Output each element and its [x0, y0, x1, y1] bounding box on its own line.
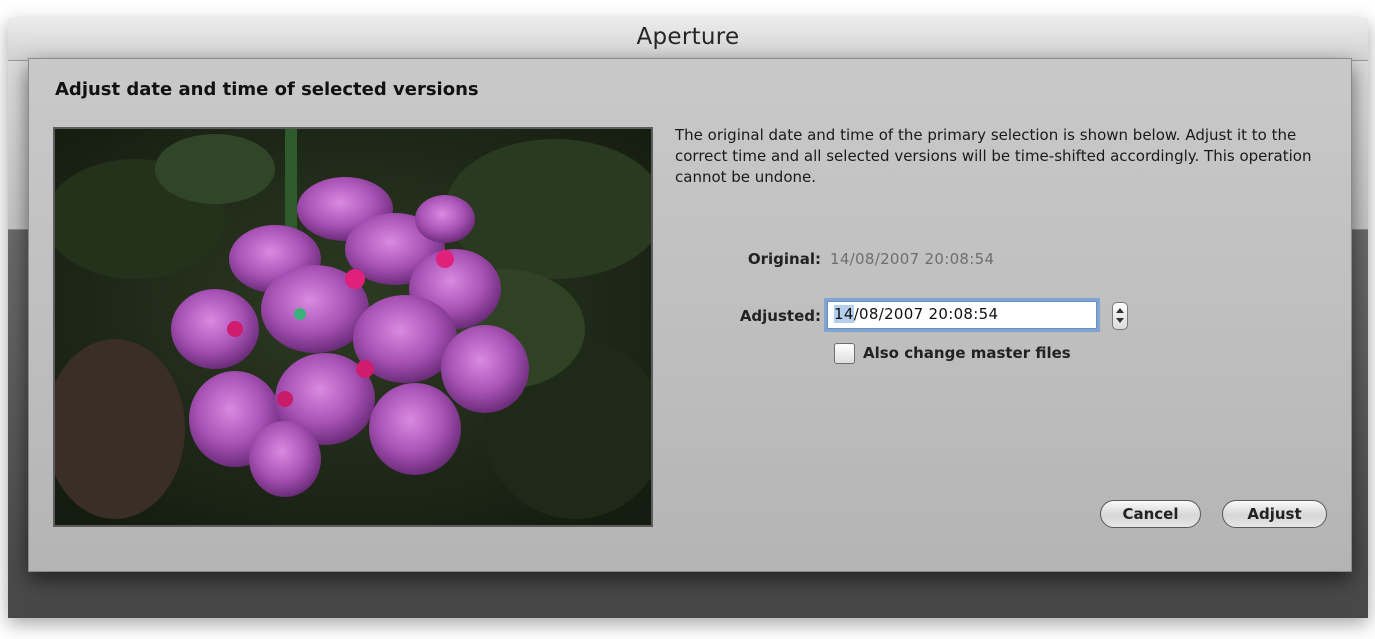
original-datetime: 14/08/2007 20:08:54 [830, 250, 995, 268]
stepper-arrows-icon[interactable] [1112, 302, 1128, 330]
screen: Aperture Adjust date and time of selecte… [0, 0, 1375, 639]
flower-photo [55, 129, 651, 525]
sheet-description: The original date and time of the primar… [675, 126, 1312, 186]
master-files-checkbox-label[interactable]: Also change master files [863, 344, 1071, 362]
adjust-button[interactable]: Adjust [1222, 500, 1327, 528]
adjusted-datetime-field[interactable]: 14/08/2007 20:08:54 [827, 301, 1097, 329]
cancel-button[interactable]: Cancel [1100, 500, 1201, 528]
adjusted-label: Adjusted: [739, 307, 821, 325]
adjusted-day-segment[interactable]: 14 [834, 305, 854, 323]
original-label: Original: [747, 250, 821, 268]
stepper-up-icon[interactable] [1116, 308, 1124, 313]
adjust-time-sheet: Adjust date and time of selected version… [28, 58, 1352, 572]
window-title: Aperture [636, 24, 740, 50]
adjusted-datetime-rest[interactable]: /08/2007 20:08:54 [854, 305, 999, 323]
image-preview [53, 127, 653, 527]
stepper-down-icon[interactable] [1116, 318, 1124, 323]
window-titlebar[interactable]: Aperture [8, 18, 1368, 61]
master-files-checkbox[interactable] [834, 343, 855, 364]
sheet-title: Adjust date and time of selected version… [55, 79, 479, 100]
